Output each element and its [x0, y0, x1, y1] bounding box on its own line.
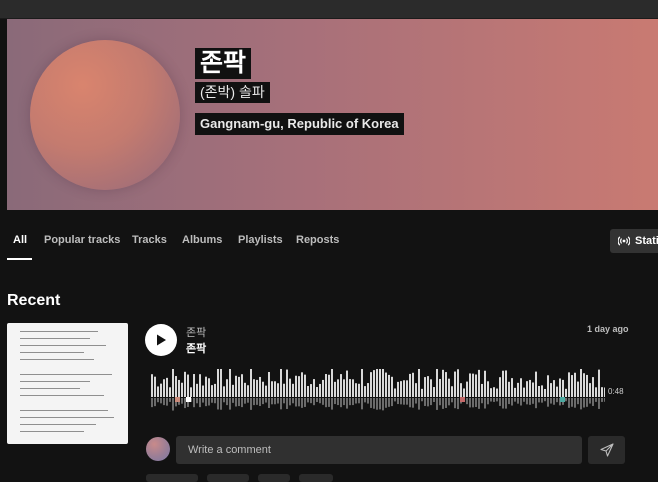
tab-playlists[interactable]: Playlists	[238, 234, 283, 246]
action-button[interactable]	[258, 474, 290, 482]
play-icon	[157, 334, 166, 346]
profile-name: 존팍	[195, 48, 252, 79]
browser-top-bar	[0, 0, 658, 19]
profile-subtitle: (존박) 솔파	[195, 82, 270, 103]
play-button[interactable]	[145, 324, 177, 356]
comment-input[interactable]	[176, 436, 582, 464]
track-waveform[interactable]	[150, 369, 605, 411]
station-button[interactable]: Stati	[610, 229, 658, 253]
track-title[interactable]: 존팍	[186, 340, 206, 356]
station-button-label: Stati	[635, 235, 658, 247]
profile-avatar[interactable]	[30, 40, 180, 190]
profile-location: Gangnam-gu, Republic of Korea	[195, 113, 404, 135]
tab-albums[interactable]: Albums	[182, 234, 222, 246]
tab-all[interactable]: All	[13, 234, 27, 246]
send-icon	[599, 443, 614, 457]
profile-tabs: All Popular tracks Tracks Albums Playlis…	[0, 226, 658, 260]
action-button[interactable]	[146, 474, 198, 482]
track-artist[interactable]: 존팍	[186, 324, 206, 340]
action-button[interactable]	[299, 474, 333, 482]
action-button[interactable]	[207, 474, 249, 482]
station-icon	[618, 236, 630, 246]
track-posted-time: 1 day ago	[587, 324, 629, 334]
recent-heading: Recent	[7, 292, 61, 309]
track-duration: 0:48	[606, 386, 626, 397]
tab-popular-tracks[interactable]: Popular tracks	[44, 234, 120, 246]
user-avatar	[146, 437, 170, 461]
tab-reposts[interactable]: Reposts	[296, 234, 339, 246]
track-artwork[interactable]	[7, 323, 128, 444]
send-comment-button[interactable]	[588, 436, 625, 464]
active-tab-indicator	[7, 258, 32, 260]
tab-tracks[interactable]: Tracks	[132, 234, 167, 246]
